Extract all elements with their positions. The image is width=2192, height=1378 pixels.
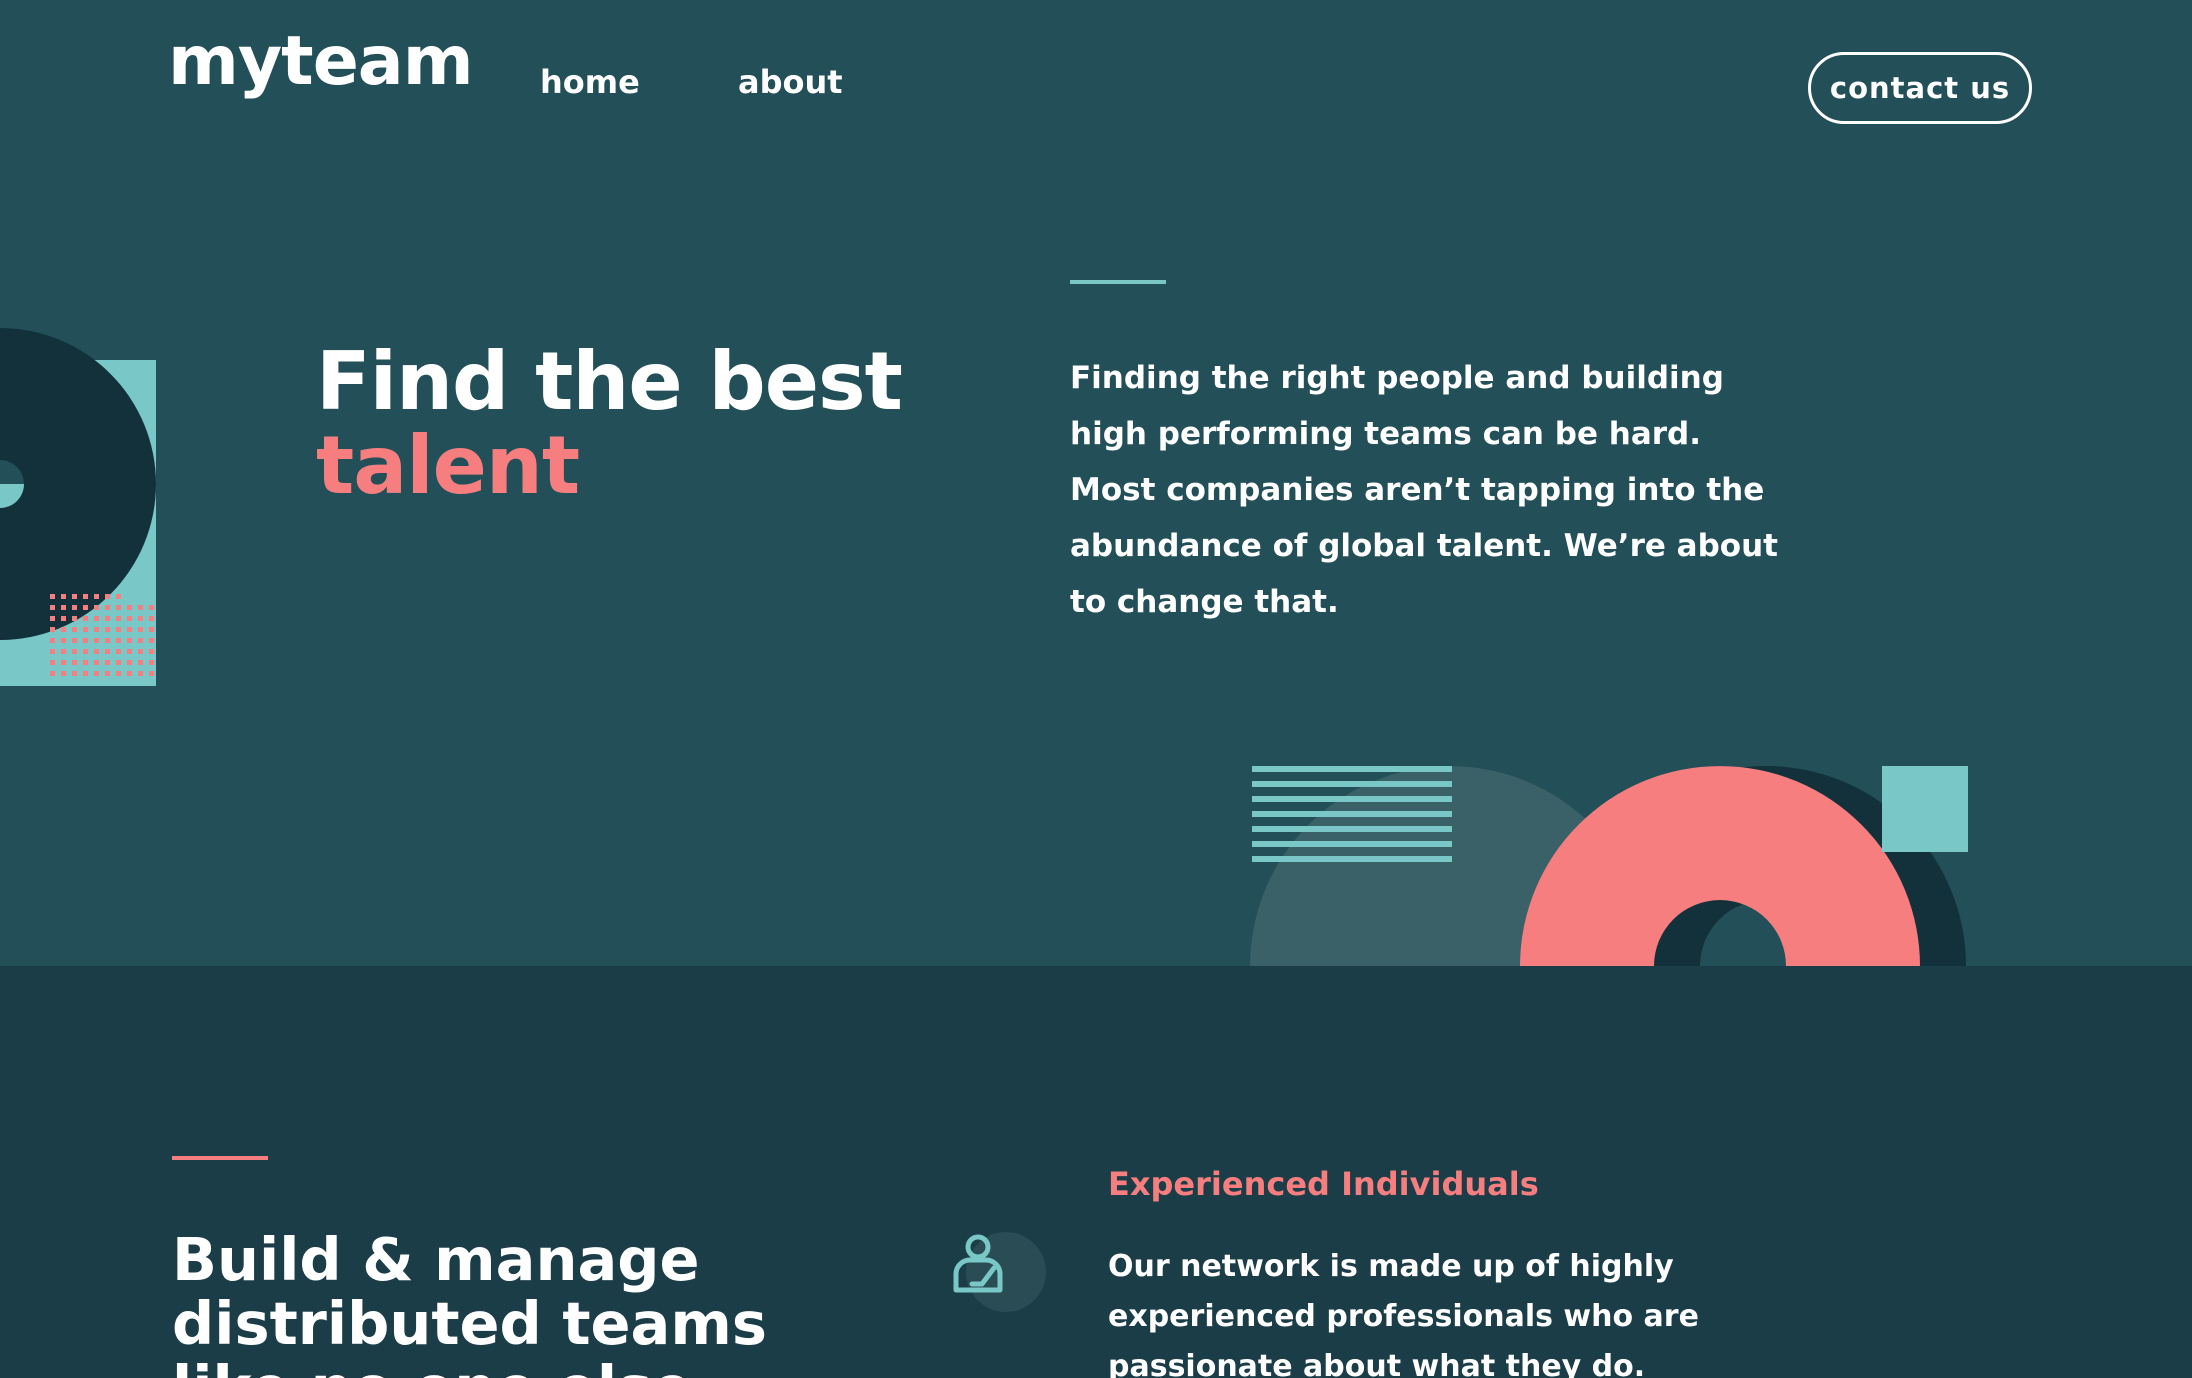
hero-bottom-decoration	[1250, 766, 1968, 966]
feature-text: Our network is made up of highly experie…	[1108, 1249, 1699, 1378]
nav-link-about[interactable]: about	[738, 66, 843, 98]
contact-us-button[interactable]: contact us	[1808, 52, 2032, 124]
features-title: Build & manage distributed teams like no…	[172, 1225, 767, 1378]
hero-left-decoration	[0, 328, 156, 686]
hero-section: myteam home about contact us Find the be…	[0, 0, 2192, 966]
feature-heading: Experienced Individuals	[1108, 1165, 1539, 1203]
hero-description: Finding the right people and building hi…	[1070, 360, 1778, 620]
features-section: Build & manage distributed teams like no…	[0, 966, 2192, 1378]
hero-title-line1: Find the best	[316, 335, 903, 428]
hero-accent-line	[1070, 280, 1166, 284]
logo[interactable]: myteam	[168, 28, 474, 96]
hero-title: Find the best talent	[316, 335, 903, 512]
hero-title-line2: talent	[316, 419, 580, 512]
features-accent-line	[172, 1156, 268, 1160]
nav-link-home[interactable]: home	[540, 66, 640, 98]
person-icon	[953, 1232, 1046, 1312]
